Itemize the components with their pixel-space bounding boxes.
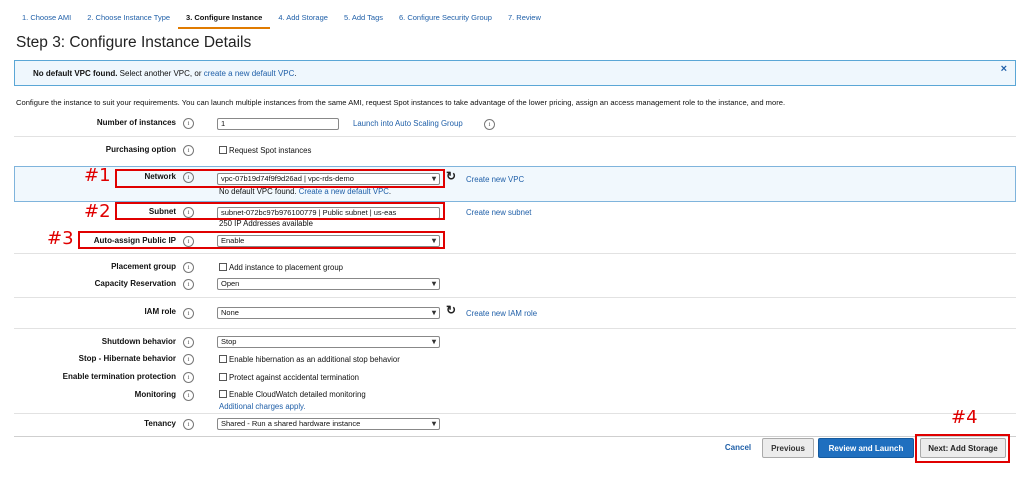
info-icon[interactable]: i — [183, 372, 194, 383]
shutdown-value: Stop — [221, 337, 237, 346]
divider — [14, 253, 1016, 254]
capacity-select[interactable]: Open ▾ — [217, 278, 440, 290]
alert-tail: . — [294, 69, 297, 78]
info-icon[interactable]: i — [183, 262, 194, 273]
checkbox-box[interactable] — [219, 390, 227, 398]
annotation-box-network — [115, 169, 445, 188]
refresh-icon[interactable]: ↻ — [446, 169, 456, 183]
shutdown-select[interactable]: Stop ▾ — [217, 336, 440, 348]
info-icon[interactable]: i — [183, 279, 194, 290]
refresh-icon[interactable]: ↻ — [446, 303, 456, 317]
chevron-down-icon: ▾ — [431, 308, 436, 317]
tenancy-select[interactable]: Shared - Run a shared hardware instance ▾ — [217, 418, 440, 430]
tab-configure-security-group[interactable]: 6. Configure Security Group — [391, 10, 500, 27]
divider — [14, 297, 1016, 298]
hibernate-checkbox-label: Enable hibernation as an additional stop… — [229, 355, 400, 364]
iam-value: None — [221, 308, 239, 317]
tenancy-value: Shared - Run a shared hardware instance — [221, 419, 361, 428]
instances-input[interactable]: 1 — [217, 118, 339, 130]
checkbox-box[interactable] — [219, 355, 227, 363]
network-note: No default VPC found. Create a new defau… — [219, 187, 391, 196]
iam-select[interactable]: None ▾ — [217, 307, 440, 319]
subnet-ip-count: 250 IP Addresses available — [219, 219, 313, 228]
tab-add-tags[interactable]: 5. Add Tags — [336, 10, 391, 27]
alert-message: No default VPC found. Select another VPC… — [33, 69, 297, 78]
network-note-text: No default VPC found. — [219, 187, 297, 196]
termination-label: Enable termination protection — [62, 372, 176, 381]
info-icon[interactable]: i — [183, 145, 194, 156]
tenancy-label: Tenancy — [144, 419, 176, 428]
annotation-4: #4 — [951, 407, 978, 428]
chevron-down-icon: ▾ — [431, 337, 436, 346]
info-icon[interactable]: i — [183, 118, 194, 129]
create-iam-role-link[interactable]: Create new IAM role — [466, 309, 537, 318]
info-icon[interactable]: i — [183, 354, 194, 365]
hibernate-label: Stop - Hibernate behavior — [78, 354, 176, 363]
network-note-tail: . — [388, 187, 392, 196]
tab-review[interactable]: 7. Review — [500, 10, 549, 27]
tab-add-storage[interactable]: 4. Add Storage — [270, 10, 336, 27]
chevron-down-icon: ▾ — [431, 419, 436, 428]
divider — [14, 413, 1016, 414]
termination-checkbox[interactable]: Protect against accidental termination — [219, 373, 359, 382]
info-icon[interactable]: i — [183, 308, 194, 319]
info-icon[interactable]: i — [183, 337, 194, 348]
instances-label: Number of instances — [96, 118, 176, 127]
annotation-3: #3 — [47, 228, 74, 249]
tab-configure-instance[interactable]: 3. Configure Instance — [178, 10, 271, 29]
alert-bold: No default VPC found. — [33, 69, 118, 78]
wizard-tabs: 1. Choose AMI 2. Choose Instance Type 3.… — [14, 10, 549, 29]
create-vpc-link[interactable]: Create new VPC — [466, 175, 524, 184]
spot-instances-label: Request Spot instances — [229, 146, 312, 155]
tab-choose-ami[interactable]: 1. Choose AMI — [14, 10, 79, 27]
placement-label: Placement group — [111, 262, 176, 271]
previous-button[interactable]: Previous — [762, 438, 814, 458]
checkbox-box[interactable] — [219, 263, 227, 271]
tab-choose-instance-type[interactable]: 2. Choose Instance Type — [79, 10, 178, 27]
divider — [14, 136, 1016, 137]
monitoring-label: Monitoring — [134, 390, 176, 399]
monitoring-checkbox-label: Enable CloudWatch detailed monitoring — [229, 390, 366, 399]
create-default-vpc-link-2[interactable]: Create a new default VPC — [299, 187, 389, 196]
annotation-1: #1 — [84, 165, 111, 186]
spot-instances-checkbox[interactable]: Request Spot instances — [219, 146, 311, 155]
footer-divider — [14, 436, 1016, 437]
capacity-label: Capacity Reservation — [94, 279, 176, 288]
divider — [14, 328, 1016, 329]
vpc-alert: No default VPC found. Select another VPC… — [14, 60, 1016, 86]
close-icon[interactable]: × — [1001, 63, 1007, 75]
monitoring-checkbox[interactable]: Enable CloudWatch detailed monitoring — [219, 390, 366, 399]
placement-checkbox[interactable]: Add instance to placement group — [219, 263, 343, 272]
annotation-2: #2 — [84, 201, 111, 222]
hibernate-checkbox[interactable]: Enable hibernation as an additional stop… — [219, 355, 400, 364]
shutdown-label: Shutdown behavior — [101, 337, 176, 346]
capacity-value: Open — [221, 279, 240, 288]
annotation-box-public-ip — [78, 231, 445, 249]
review-and-launch-button[interactable]: Review and Launch — [818, 438, 914, 458]
create-subnet-link[interactable]: Create new subnet — [466, 208, 531, 217]
auto-scaling-link[interactable]: Launch into Auto Scaling Group — [353, 119, 463, 128]
iam-label: IAM role — [144, 307, 176, 316]
info-icon[interactable]: i — [183, 390, 194, 401]
next-add-storage-button[interactable]: Next: Add Storage — [920, 438, 1006, 458]
info-icon[interactable]: i — [484, 119, 495, 130]
purchasing-label: Purchasing option — [105, 145, 176, 154]
page-description: Configure the instance to suit your requ… — [16, 98, 786, 107]
page-title: Step 3: Configure Instance Details — [16, 34, 252, 51]
additional-charges-link[interactable]: Additional charges apply. — [219, 402, 306, 411]
checkbox-box[interactable] — [219, 373, 227, 381]
chevron-down-icon: ▾ — [431, 279, 436, 288]
info-icon[interactable]: i — [183, 419, 194, 430]
checkbox-box[interactable] — [219, 146, 227, 154]
annotation-box-subnet — [115, 202, 445, 220]
alert-text: Select another VPC, or — [117, 69, 204, 78]
placement-checkbox-label: Add instance to placement group — [229, 263, 343, 272]
termination-checkbox-label: Protect against accidental termination — [229, 373, 360, 382]
cancel-button[interactable]: Cancel — [718, 438, 758, 458]
create-default-vpc-link[interactable]: create a new default VPC — [204, 69, 295, 78]
